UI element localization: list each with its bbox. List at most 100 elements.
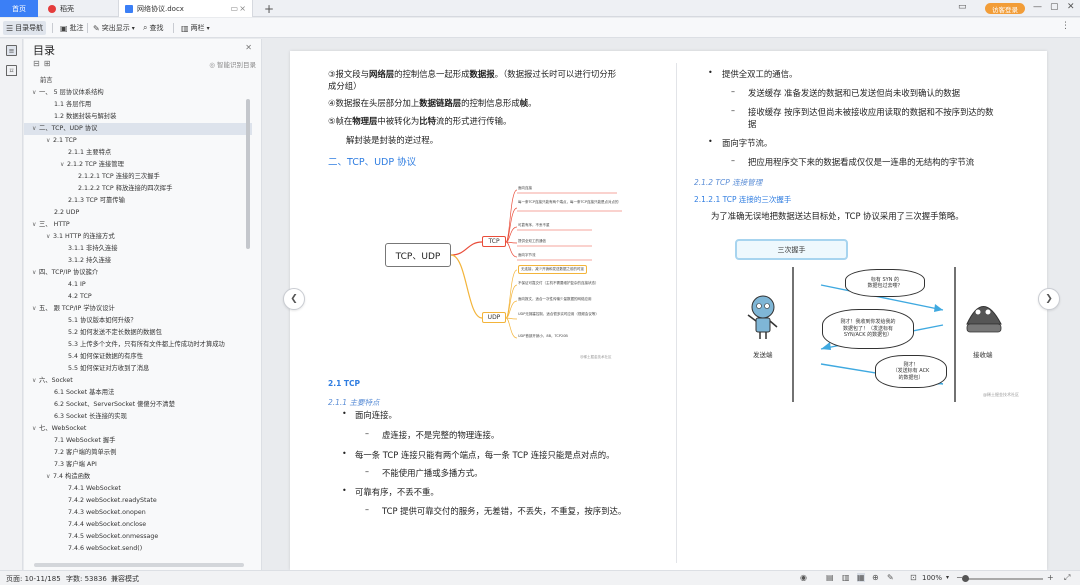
- toc-item[interactable]: ∨ 六、Socket: [24, 375, 252, 387]
- new-tab-button[interactable]: +: [258, 0, 280, 17]
- pen-icon[interactable]: ✎: [887, 573, 894, 582]
- chevron-down-icon[interactable]: ∨: [32, 423, 39, 435]
- find-button[interactable]: ⌕ 查找: [140, 21, 166, 35]
- toc-item[interactable]: 5.1 协议版本如何升级？: [24, 315, 252, 327]
- tab-monitor-icon[interactable]: ▭: [230, 4, 238, 13]
- toc-item[interactable]: 5.2 如何发送不定长数据的数据包: [24, 327, 252, 339]
- divider: [87, 23, 88, 33]
- restore-icon[interactable]: ▭: [958, 2, 967, 12]
- toc-item[interactable]: 6.1 Socket 基本用法: [24, 387, 252, 399]
- toc-item[interactable]: 1.2 数据封装与解封装: [24, 111, 252, 123]
- chevron-down-icon[interactable]: ∨: [46, 135, 53, 147]
- page-view-icon[interactable]: ▥: [842, 573, 850, 582]
- toc-item[interactable]: ∨ 四、TCP/IP 协议簇介: [24, 267, 252, 279]
- toc-item[interactable]: 7.4.1 WebSocket: [24, 483, 252, 495]
- toc-item[interactable]: 7.3 客户端 API: [24, 459, 252, 471]
- toc-nav-button[interactable]: ☰ 目录导航: [3, 21, 47, 35]
- eye-protection-icon[interactable]: ◉: [800, 573, 807, 582]
- previous-page-button[interactable]: ❮: [283, 288, 305, 310]
- toc-panel-icon[interactable]: ≡: [6, 45, 17, 56]
- toc-item[interactable]: 4.2 TCP: [24, 291, 252, 303]
- minimize-icon[interactable]: —: [1033, 2, 1042, 12]
- toc-item[interactable]: 6.2 Socket、ServerSocket 傻傻分不清楚: [24, 399, 252, 411]
- paragraph: ③报文段与网络层的控制信息一起形成数据报。（数据报过长时可以进行切分形: [328, 69, 617, 79]
- toc-item-label: 2.1.3 TCP 可靠传输: [68, 197, 125, 204]
- collapse-all-icon[interactable]: ⊞: [44, 59, 55, 68]
- toc-item[interactable]: 2.1.2.2 TCP 释放连接的四次挥手: [24, 183, 252, 195]
- toc-item[interactable]: 3.1.2 持久连接: [24, 255, 252, 267]
- smart-toc-button[interactable]: ◎ 智能识别目录: [209, 59, 256, 69]
- chevron-down-icon[interactable]: ∨: [32, 267, 39, 279]
- toc-item-label: 6.1 Socket 基本用法: [54, 389, 115, 396]
- toc-item[interactable]: 7.4.2 webSocket.readyState: [24, 495, 252, 507]
- toc-item[interactable]: ∨ 2.1 TCP: [24, 135, 252, 147]
- toc-item[interactable]: 5.5 如何保证对方收到了消息: [24, 363, 252, 375]
- toc-item[interactable]: 2.1.2.1 TCP 连接的三次握手: [24, 171, 252, 183]
- fit-width-icon[interactable]: ⊡: [910, 573, 917, 582]
- highlight-button[interactable]: ✎ 突出显示 ▾: [90, 21, 138, 35]
- bookmark-icon[interactable]: ⌑: [6, 65, 17, 76]
- tab-draft[interactable]: 稻壳: [42, 0, 112, 17]
- toc-item[interactable]: ∨ 2.1.2 TCP 连接管理: [24, 159, 252, 171]
- toc-item[interactable]: ∨ 一、 5 层协议体系结构: [24, 87, 252, 99]
- toc-item[interactable]: 1.1 各层作用: [24, 99, 252, 111]
- chevron-down-icon[interactable]: ∨: [32, 375, 39, 387]
- toc-item[interactable]: 7.2 客户端的简单示例: [24, 447, 252, 459]
- toc-item[interactable]: 5.3 上传多个文件，只有所有文件都上传成功时才算成功: [24, 339, 252, 351]
- list-item: 每一条 TCP 连接只能有两个端点，每一条 TCP 连接只能是点对点的。: [355, 450, 615, 460]
- guest-login-button[interactable]: 访客登录: [985, 3, 1025, 14]
- close-icon[interactable]: ✕: [245, 43, 252, 52]
- zoom-slider[interactable]: [968, 578, 1043, 580]
- toc-horizontal-scrollbar[interactable]: [34, 563, 244, 567]
- toc-item[interactable]: 前言: [24, 75, 252, 87]
- toc-item[interactable]: ∨ 五、 跟 TCP/IP 学协议设计: [24, 303, 252, 315]
- close-window-icon[interactable]: ✕: [1067, 2, 1075, 12]
- next-page-button[interactable]: ❯: [1038, 288, 1060, 310]
- tab-document[interactable]: 网络协议.docx ▭ ×: [118, 0, 253, 17]
- toc-item[interactable]: 7.4.5 webSocket.onmessage: [24, 531, 252, 543]
- chevron-down-icon[interactable]: ∨: [32, 303, 39, 315]
- toc-item[interactable]: 7.4.4 webSocket.onclose: [24, 519, 252, 531]
- zoom-dropdown-icon[interactable]: ▾: [946, 574, 949, 581]
- two-column-button[interactable]: ▥ 两栏 ▾: [178, 21, 213, 35]
- toc-item-label: 1.1 各层作用: [54, 101, 92, 108]
- toc-item[interactable]: 6.3 Socket 长连接的实现: [24, 411, 252, 423]
- reading-view-icon[interactable]: ▦: [857, 573, 865, 582]
- image-credit: @稀土掘金技术社区: [580, 355, 612, 359]
- comment-button[interactable]: ▣ 批注: [57, 21, 87, 35]
- chevron-down-icon[interactable]: ∨: [32, 123, 39, 135]
- toc-item[interactable]: 4.1 IP: [24, 279, 252, 291]
- chevron-down-icon[interactable]: ∨: [32, 87, 39, 99]
- outline-view-icon[interactable]: ▤: [826, 573, 834, 582]
- toc-item[interactable]: ∨ 三、 HTTP: [24, 219, 252, 231]
- chevron-down-icon[interactable]: ∨: [32, 219, 39, 231]
- toc-item[interactable]: ∨ 7.4 构造函数: [24, 471, 252, 483]
- toc-item[interactable]: 2.1.1 主要特点: [24, 147, 252, 159]
- fullscreen-icon[interactable]: ⤢: [1064, 573, 1070, 583]
- chevron-down-icon[interactable]: ∨: [60, 159, 67, 171]
- tab-close-icon[interactable]: ×: [239, 4, 246, 13]
- zoom-in-icon[interactable]: +: [1047, 573, 1054, 582]
- toc-item[interactable]: 7.4.3 webSocket.onopen: [24, 507, 252, 519]
- toc-item[interactable]: 7.4.6 webSocket.send(): [24, 543, 252, 555]
- toc-item[interactable]: 2.2 UDP: [24, 207, 252, 219]
- toc-item[interactable]: ∨ 七、WebSocket: [24, 423, 252, 435]
- maximize-icon[interactable]: ▢: [1050, 2, 1059, 12]
- zoom-level[interactable]: 100%: [922, 574, 942, 582]
- zoom-slider-thumb[interactable]: [962, 575, 969, 582]
- toc-scrollbar[interactable]: [246, 99, 250, 249]
- chevron-down-icon[interactable]: ∨: [46, 471, 53, 483]
- web-view-icon[interactable]: ⊕: [872, 573, 879, 582]
- more-options-icon[interactable]: ⋮: [1061, 21, 1070, 31]
- toc-item[interactable]: 5.4 如何保证数据的有序性: [24, 351, 252, 363]
- mind-map-leaf: 可靠有序，不丢不重: [518, 223, 550, 227]
- word-count[interactable]: 字数: 53836: [66, 574, 107, 584]
- toc-item[interactable]: 7.1 WebSocket 握手: [24, 435, 252, 447]
- toc-item[interactable]: 2.1.3 TCP 可靠传输: [24, 195, 252, 207]
- toc-item[interactable]: ∨ 二、TCP、UDP 协议: [24, 123, 252, 135]
- tab-home[interactable]: 首页: [0, 0, 38, 17]
- expand-all-icon[interactable]: ⊟: [33, 59, 44, 68]
- chevron-down-icon[interactable]: ∨: [46, 231, 53, 243]
- toc-item[interactable]: ∨ 3.1 HTTP 的连接方式: [24, 231, 252, 243]
- toc-item[interactable]: 3.1.1 非持久连接: [24, 243, 252, 255]
